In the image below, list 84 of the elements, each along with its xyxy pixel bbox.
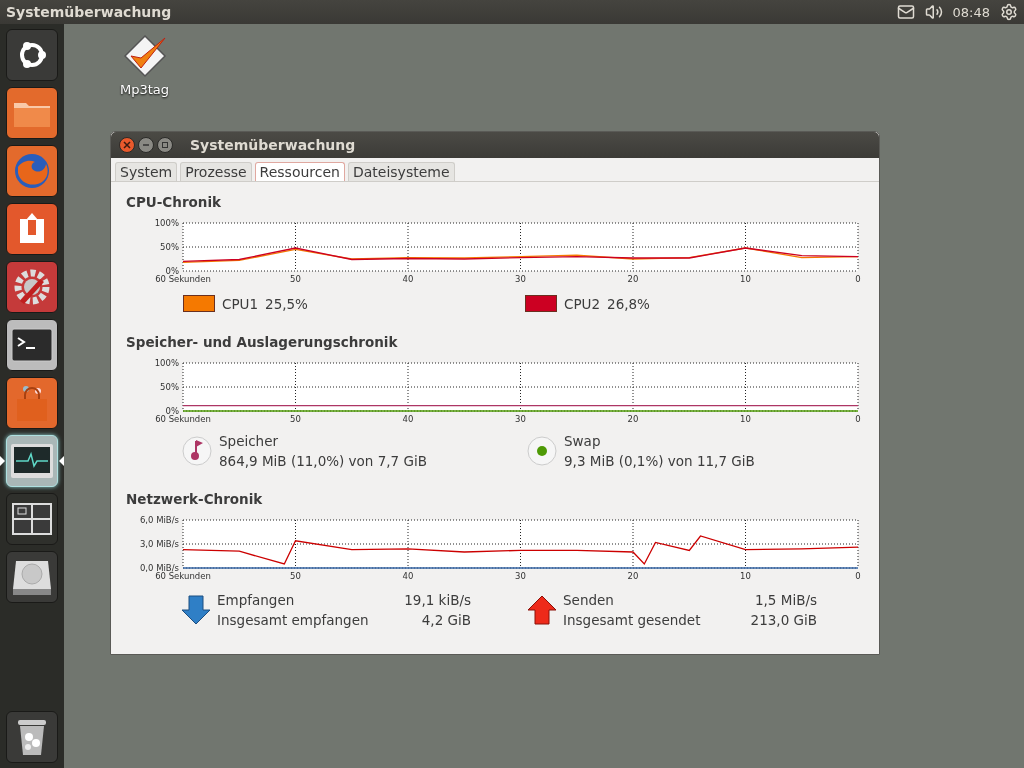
- up-arrow-icon: [527, 595, 557, 625]
- axis-label: 60 Sekunden: [155, 571, 211, 581]
- axis-label: 60 Sekunden: [155, 274, 211, 284]
- section-title: Speicher- und Auslagerungschronik: [126, 334, 399, 350]
- volume-icon[interactable]: [924, 3, 943, 21]
- axis-label: 50: [290, 571, 301, 581]
- launcher-item[interactable]: [6, 711, 58, 763]
- launcher-item[interactable]: [6, 87, 58, 139]
- memory-label: Speicher: [219, 433, 280, 449]
- memory-usage: 864,9 MiB (11,0%) von 7,7 GiB: [219, 453, 427, 469]
- launcher-item[interactable]: [6, 493, 58, 545]
- mail-icon[interactable]: [896, 3, 915, 21]
- network-rate: 19,1 kiB/s: [404, 592, 471, 608]
- axis-label: 0: [855, 274, 861, 284]
- axis-label: 0%: [165, 406, 179, 416]
- axis-label: 30: [515, 414, 526, 424]
- network-total-label: Insgesamt empfangen: [217, 612, 370, 628]
- close-button[interactable]: [119, 137, 135, 153]
- launcher-item[interactable]: [6, 203, 58, 255]
- settings-icon[interactable]: [1000, 3, 1018, 21]
- down-arrow-icon: [181, 595, 211, 625]
- axis-label: 20: [627, 414, 639, 424]
- globe-icon: [12, 151, 52, 191]
- axis-label: 6,0 MiB/s: [139, 515, 179, 525]
- axis-label: 10: [740, 571, 751, 581]
- axis-label: 40: [402, 414, 414, 424]
- axis-label: 100%: [154, 218, 179, 228]
- section-title: CPU-Chronik: [126, 194, 223, 210]
- launcher-item[interactable]: [6, 551, 58, 603]
- tab[interactable]: Ressourcen: [254, 162, 345, 181]
- network-total-label: Insgesamt gesendet: [563, 612, 702, 628]
- tab[interactable]: Prozesse: [180, 162, 252, 181]
- terminal-icon: [11, 328, 53, 362]
- axis-label: 10: [740, 274, 751, 284]
- axis-label: 0%: [165, 266, 179, 276]
- launcher-item[interactable]: [6, 261, 58, 313]
- desktop-icon-label[interactable]: Mp3tag: [120, 82, 170, 97]
- tab[interactable]: System: [115, 162, 178, 181]
- axis-label: 50%: [160, 242, 179, 252]
- workspace-grid-icon: [12, 503, 52, 535]
- minimize-button[interactable]: [138, 137, 154, 153]
- axis-label: 20: [627, 274, 639, 284]
- maximize-icon: [161, 141, 169, 149]
- gear-wrench-icon: [12, 267, 52, 307]
- section-title: Netzwerk-Chronik: [126, 491, 264, 507]
- axis-label: 50: [290, 414, 301, 424]
- launcher-item[interactable]: [6, 319, 58, 371]
- pulse-monitor-icon: [10, 443, 54, 479]
- minimize-icon: [142, 141, 150, 149]
- legend-value: 26,8%: [607, 295, 650, 312]
- axis-label: 3,0 MiB/s: [139, 539, 179, 549]
- color-swatch[interactable]: [183, 295, 215, 312]
- memory-label: Swap: [564, 433, 602, 449]
- axis-label: 50%: [160, 382, 179, 392]
- axis-label: 10: [740, 414, 751, 424]
- app-title: Systemüberwachung: [6, 4, 173, 20]
- color-swatch[interactable]: [525, 295, 557, 312]
- axis-label: 30: [515, 274, 526, 284]
- axis-label: 60 Sekunden: [155, 414, 211, 424]
- clock[interactable]: 08:48: [952, 4, 990, 20]
- trash-icon: [15, 717, 49, 757]
- network-label: Empfangen: [217, 592, 296, 608]
- launcher-item[interactable]: [6, 29, 58, 81]
- axis-label: 0,0 MiB/s: [139, 563, 179, 573]
- legend-value: 25,5%: [265, 295, 308, 312]
- network-total: 213,0 GiB: [750, 612, 817, 628]
- memory-usage: 9,3 MiB (0,1%) von 11,7 GiB: [564, 453, 755, 469]
- axis-label: 40: [402, 274, 414, 284]
- legend-label: CPU1: [222, 295, 259, 312]
- network-total: 4,2 GiB: [420, 612, 471, 628]
- maximize-button[interactable]: [157, 137, 173, 153]
- axis-label: 40: [402, 571, 414, 581]
- window-title: Systemüberwachung: [190, 137, 356, 153]
- close-icon: [123, 141, 131, 149]
- axis-label: 0: [855, 571, 861, 581]
- axis-label: 100%: [154, 358, 179, 368]
- axis-label: 20: [627, 571, 639, 581]
- network-label: Senden: [563, 592, 615, 608]
- tab[interactable]: Dateisysteme: [347, 162, 455, 181]
- axis-label: 30: [515, 571, 526, 581]
- axis-label: 0: [855, 414, 861, 424]
- axis-label: 50: [290, 274, 301, 284]
- network-rate: 1,5 MiB/s: [754, 592, 817, 608]
- legend-label: CPU2: [564, 295, 601, 312]
